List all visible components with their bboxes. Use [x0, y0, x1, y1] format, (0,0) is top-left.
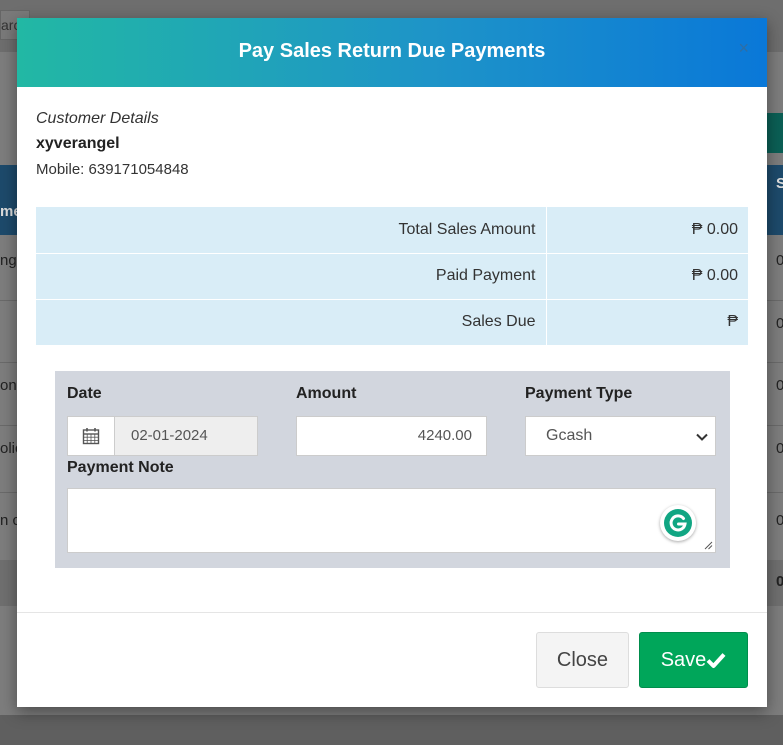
- modal-footer: Close Save: [17, 612, 767, 707]
- table-row: Total Sales Amount ₱ 0.00: [36, 207, 748, 254]
- customer-name: xyverangel: [36, 135, 120, 152]
- total-sales-value: ₱ 0.00: [546, 207, 748, 254]
- amount-field[interactable]: 4240.00: [296, 416, 487, 456]
- background-footer-text: 0: [776, 573, 783, 590]
- resize-handle-icon[interactable]: [703, 540, 713, 550]
- payment-type-select[interactable]: Gcash: [525, 416, 716, 456]
- payment-summary-table: Total Sales Amount ₱ 0.00 Paid Payment ₱…: [36, 207, 748, 346]
- background-button: [766, 113, 783, 153]
- close-button[interactable]: Close: [536, 632, 629, 688]
- background-header-text-right: S: [776, 175, 783, 192]
- background-cell: 0: [776, 440, 783, 457]
- pay-due-modal: Pay Sales Return Due Payments × Customer…: [17, 18, 767, 707]
- table-row: Sales Due ₱: [36, 299, 748, 346]
- payment-type-value: Gcash: [546, 427, 593, 444]
- sales-due-value: ₱: [546, 299, 748, 346]
- date-picker[interactable]: 02-01-2024: [67, 416, 258, 456]
- chevron-down-icon: [696, 433, 708, 441]
- background-bottom-bar: [0, 715, 783, 745]
- save-button-label: Save: [660, 648, 707, 671]
- payment-note-label: Payment Note: [67, 459, 174, 476]
- payment-form-box: Date Amount Payment Type 02-01-2024 4240…: [55, 371, 730, 568]
- total-sales-label: Total Sales Amount: [36, 207, 547, 254]
- paid-payment-label: Paid Payment: [36, 253, 547, 300]
- check-icon: [706, 653, 726, 668]
- date-label: Date: [67, 385, 102, 402]
- close-icon[interactable]: ×: [738, 38, 749, 58]
- modal-title: Pay Sales Return Due Payments: [238, 40, 546, 62]
- background-cell: ng: [0, 252, 17, 269]
- sales-due-label: Sales Due: [36, 299, 547, 346]
- background-cell: 0: [776, 315, 783, 332]
- customer-mobile: Mobile: 639171054848: [36, 161, 189, 178]
- table-row: Paid Payment ₱ 0.00: [36, 253, 748, 300]
- background-cell: 0: [776, 252, 783, 269]
- save-button[interactable]: Save: [639, 632, 748, 688]
- background-cell: 0: [776, 377, 783, 394]
- payment-type-label: Payment Type: [525, 385, 633, 402]
- grammarly-icon[interactable]: [660, 505, 696, 541]
- amount-label: Amount: [296, 385, 357, 402]
- modal-header: Pay Sales Return Due Payments ×: [17, 18, 767, 87]
- paid-payment-value: ₱ 0.00: [546, 253, 748, 300]
- customer-details-heading: Customer Details: [36, 110, 159, 127]
- payment-note-textarea[interactable]: [67, 488, 716, 553]
- calendar-icon[interactable]: [67, 416, 115, 456]
- background-cell: 0: [776, 512, 783, 529]
- date-field[interactable]: 02-01-2024: [115, 416, 258, 456]
